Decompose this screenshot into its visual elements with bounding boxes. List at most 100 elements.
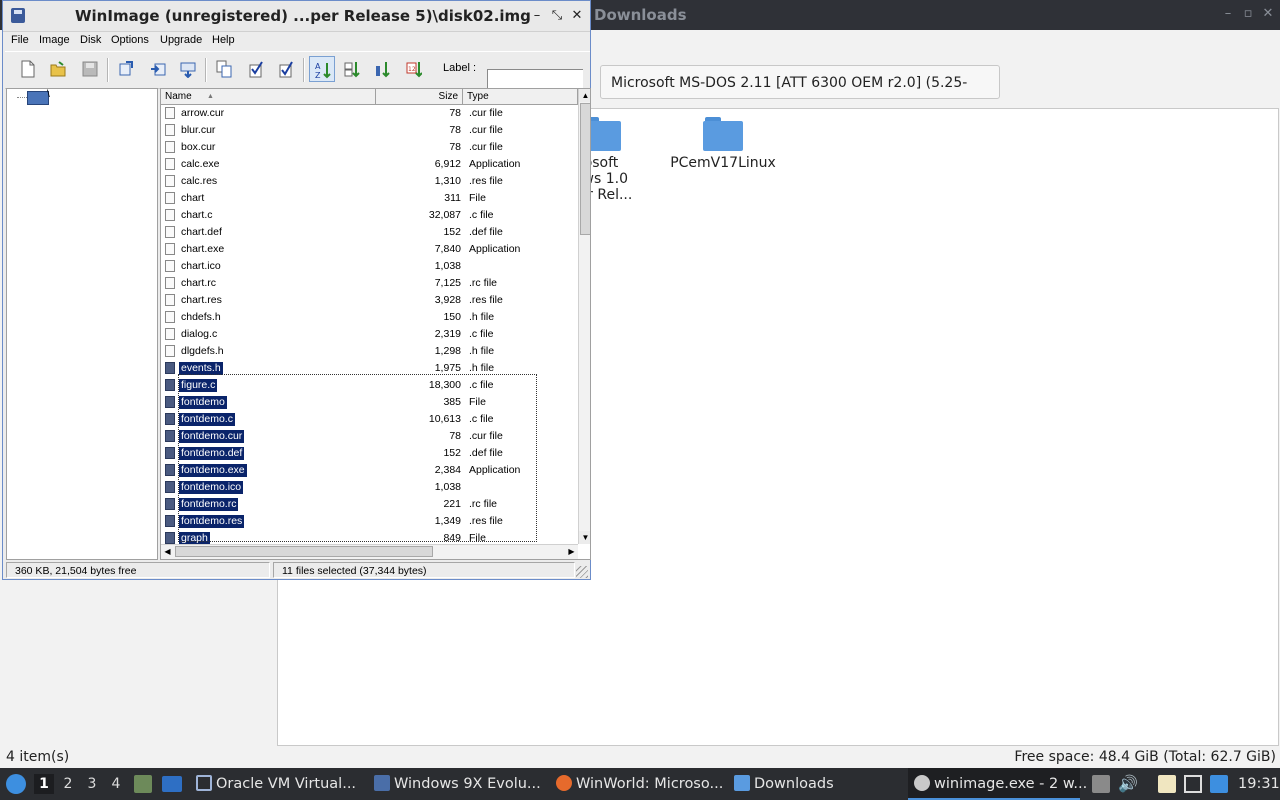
- minimize-icon[interactable]: –: [1220, 6, 1236, 22]
- check-all-icon[interactable]: [273, 56, 299, 82]
- tree-root-label[interactable]: \: [47, 89, 50, 100]
- file-manager-launcher-icon[interactable]: [134, 775, 152, 793]
- inject-icon[interactable]: [145, 56, 171, 82]
- workspace-4[interactable]: 4: [106, 774, 126, 794]
- file-icon: [165, 430, 175, 442]
- menu-help[interactable]: Help: [212, 34, 235, 46]
- file-row[interactable]: chart.c 32,087 .c file: [161, 207, 578, 224]
- minimize-icon[interactable]: –: [529, 7, 545, 25]
- file-row[interactable]: calc.res 1,310 .res file: [161, 173, 578, 190]
- file-name: box.cur: [181, 141, 216, 153]
- updates-icon[interactable]: [1210, 775, 1228, 793]
- scroll-up-icon[interactable]: ▲: [579, 89, 590, 102]
- scroll-down-icon[interactable]: ▼: [579, 531, 590, 544]
- file-row[interactable]: chart.exe 7,840 Application: [161, 241, 578, 258]
- horizontal-scrollbar[interactable]: ◀ ▶: [161, 544, 578, 559]
- disk-image-icon[interactable]: [27, 91, 49, 105]
- notes-icon[interactable]: [1158, 775, 1176, 793]
- file-row[interactable]: fontdemo.res 1,349 .res file: [161, 513, 578, 530]
- folder-item[interactable]: PCemV17Linux: [668, 117, 778, 171]
- file-row[interactable]: chart.res 3,928 .res file: [161, 292, 578, 309]
- file-size: 849: [443, 532, 461, 544]
- taskbar-item-media[interactable]: Windows 9X Evolu...: [374, 768, 546, 800]
- column-header-type[interactable]: Type: [463, 89, 578, 104]
- file-row[interactable]: arrow.cur 78 .cur file: [161, 105, 578, 122]
- file-type: .res file: [469, 175, 503, 187]
- file-name: fontdemo.ico: [179, 481, 244, 494]
- folder-icon: [734, 775, 750, 791]
- volume-icon[interactable]: 🔊: [1118, 775, 1138, 793]
- maximize-icon[interactable]: ▫: [1240, 6, 1256, 22]
- file-row[interactable]: fontdemo.exe 2,384 Application: [161, 462, 578, 479]
- taskbar-item-firefox[interactable]: WinWorld: Microso...: [556, 768, 726, 800]
- file-row[interactable]: dlgdefs.h 1,298 .h file: [161, 343, 578, 360]
- file-row[interactable]: calc.exe 6,912 Application: [161, 156, 578, 173]
- workspace-2[interactable]: 2: [58, 774, 78, 794]
- file-row[interactable]: chart 311 File: [161, 190, 578, 207]
- column-header-name[interactable]: Name ▲: [161, 89, 376, 104]
- file-row[interactable]: fontdemo.def 152 .def file: [161, 445, 578, 462]
- file-row[interactable]: chart.ico 1,038: [161, 258, 578, 275]
- menu-options[interactable]: Options: [111, 34, 149, 46]
- file-row[interactable]: fontdemo.rc 221 .rc file: [161, 496, 578, 513]
- file-row[interactable]: fontdemo 385 File: [161, 394, 578, 411]
- file-row[interactable]: chart.def 152 .def file: [161, 224, 578, 241]
- column-header-size[interactable]: Size: [376, 89, 463, 104]
- file-row[interactable]: dialog.c 2,319 .c file: [161, 326, 578, 343]
- scroll-left-icon[interactable]: ◀: [161, 545, 174, 558]
- scroll-right-icon[interactable]: ▶: [565, 545, 578, 558]
- network-icon[interactable]: [1184, 775, 1202, 793]
- file-name: events.h: [179, 362, 223, 375]
- vertical-scrollbar[interactable]: ▲ ▼: [578, 89, 590, 544]
- restore-icon[interactable]: ⤡: [549, 7, 565, 25]
- file-type: .def file: [469, 447, 503, 459]
- start-menu-icon[interactable]: [6, 774, 26, 794]
- close-icon[interactable]: ✕: [1260, 6, 1276, 22]
- workspace-1[interactable]: 1: [34, 774, 54, 794]
- taskbar-item-virtualbox[interactable]: Oracle VM Virtual...: [196, 768, 362, 800]
- menu-image[interactable]: Image: [39, 34, 70, 46]
- taskbar-item-winimage[interactable]: winimage.exe - 2 w...: [908, 768, 1087, 800]
- menu-disk[interactable]: Disk: [80, 34, 101, 46]
- folder-tree[interactable]: \: [6, 88, 158, 560]
- workspace-3[interactable]: 3: [82, 774, 102, 794]
- scroll-thumb[interactable]: [580, 103, 590, 235]
- file-list[interactable]: Name ▲ Size Type arrow.cur 78 .cur file blu…: [160, 88, 591, 560]
- floppy-disk-icon: [11, 8, 25, 23]
- path-bar-button[interactable]: Microsoft MS-DOS 2.11 [ATT 6300 OEM r2.0…: [600, 65, 1000, 125]
- close-icon[interactable]: ✕: [569, 7, 585, 25]
- file-row[interactable]: blur.cur 78 .cur file: [161, 122, 578, 139]
- clock[interactable]: 19:31: [1238, 768, 1280, 800]
- file-row[interactable]: fontdemo.ico 1,038: [161, 479, 578, 496]
- sort-by-date-icon[interactable]: 12: [401, 56, 427, 82]
- file-icon: [165, 379, 175, 391]
- new-icon[interactable]: [15, 56, 41, 82]
- winimage-titlebar[interactable]: WinImage (unregistered) ...per Release 5…: [3, 1, 590, 32]
- file-row[interactable]: fontdemo.cur 78 .cur file: [161, 428, 578, 445]
- file-row[interactable]: chart.rc 7,125 .rc file: [161, 275, 578, 292]
- clipboard-icon[interactable]: [1092, 775, 1110, 793]
- sort-by-type-icon[interactable]: [339, 56, 365, 82]
- sort-by-size-icon[interactable]: [369, 56, 395, 82]
- file-row[interactable]: figure.c 18,300 .c file: [161, 377, 578, 394]
- menu-file[interactable]: File: [11, 34, 29, 46]
- scroll-thumb[interactable]: [175, 546, 433, 557]
- save-icon[interactable]: [77, 56, 103, 82]
- taskbar-item-downloads[interactable]: Downloads: [734, 768, 884, 800]
- file-row[interactable]: fontdemo.c 10,613 .c file: [161, 411, 578, 428]
- check-icon[interactable]: [243, 56, 269, 82]
- disk-free-status: 360 KB, 21,504 bytes free: [6, 562, 270, 578]
- open-icon[interactable]: [45, 56, 71, 82]
- sort-ascending-icon: ▲: [207, 93, 214, 100]
- file-row[interactable]: events.h 1,975 .h file: [161, 360, 578, 377]
- file-row[interactable]: box.cur 78 .cur file: [161, 139, 578, 156]
- resize-grip-icon[interactable]: [576, 566, 588, 578]
- copy-icon[interactable]: [211, 56, 237, 82]
- label-input[interactable]: [487, 69, 583, 89]
- sort-by-name-icon[interactable]: AZ: [309, 56, 335, 82]
- file-row[interactable]: chdefs.h 150 .h file: [161, 309, 578, 326]
- extract-icon[interactable]: [113, 56, 139, 82]
- menu-upgrade[interactable]: Upgrade: [160, 34, 202, 46]
- read-disk-icon[interactable]: [175, 56, 201, 82]
- show-desktop-icon[interactable]: [162, 776, 182, 792]
